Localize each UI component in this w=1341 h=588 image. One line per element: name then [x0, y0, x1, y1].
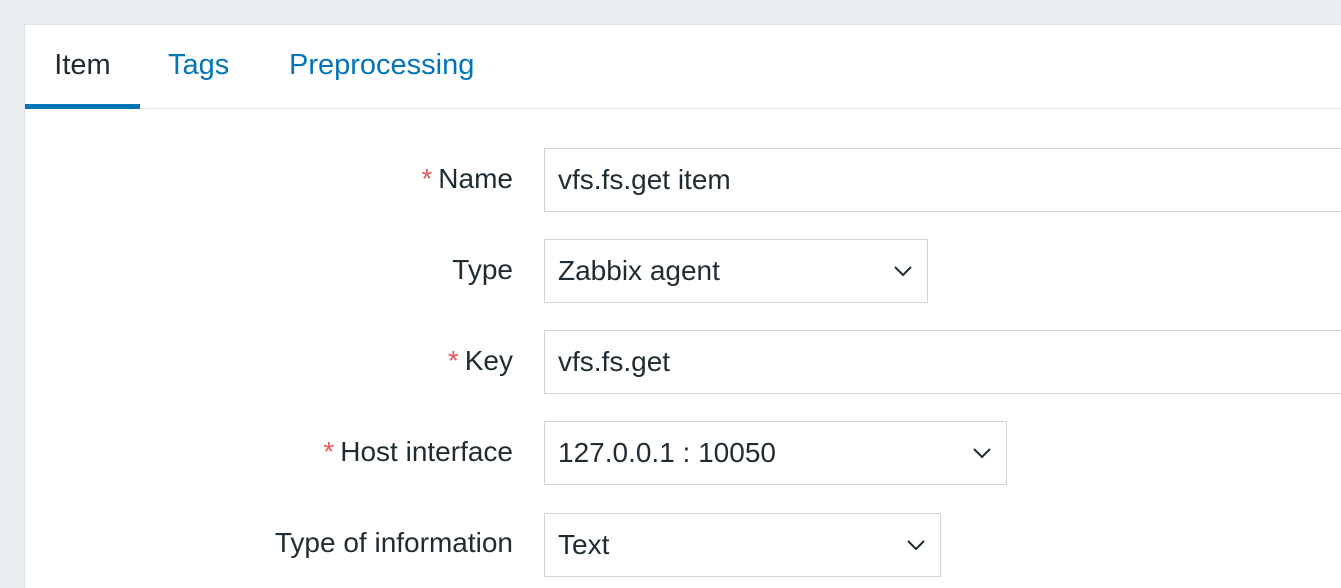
type-of-information-select-value: Text: [558, 529, 610, 560]
host-interface-label: * Host interface: [323, 436, 513, 468]
tab-item[interactable]: Item: [25, 25, 140, 109]
type-of-information-select[interactable]: Text: [544, 513, 941, 577]
type-of-information-label: Type of information: [275, 527, 513, 559]
item-form-panel: Item Tags Preprocessing * Name vfs.fs.get…: [24, 24, 1341, 588]
chevron-down-icon: [973, 448, 991, 459]
type-of-information-label-text: Type of information: [274, 527, 513, 558]
type-select-value: Zabbix agent: [558, 255, 720, 286]
name-input[interactable]: vfs.fs.get item: [544, 148, 1341, 212]
chevron-down-icon: [894, 266, 912, 277]
type-label: Type: [452, 254, 513, 286]
chevron-down-icon: [907, 540, 925, 551]
host-interface-select-value: 127.0.0.1 : 10050: [558, 437, 776, 468]
name-label-text: Name: [438, 163, 513, 194]
required-marker: *: [447, 345, 459, 376]
tab-preprocessing[interactable]: Preprocessing: [289, 25, 474, 109]
type-select[interactable]: Zabbix agent: [544, 239, 928, 303]
required-marker: *: [421, 163, 433, 194]
key-label-text: Key: [464, 345, 513, 376]
required-marker: *: [323, 436, 335, 467]
host-interface-select[interactable]: 127.0.0.1 : 10050: [544, 421, 1007, 485]
name-label: * Name: [421, 163, 513, 195]
key-input[interactable]: vfs.fs.get: [544, 330, 1341, 394]
key-label: * Key: [448, 345, 513, 377]
tab-bar: Item Tags Preprocessing: [25, 25, 1341, 109]
tab-tags[interactable]: Tags: [168, 25, 229, 109]
host-interface-label-text: Host interface: [340, 436, 513, 467]
type-label-text: Type: [452, 254, 513, 285]
